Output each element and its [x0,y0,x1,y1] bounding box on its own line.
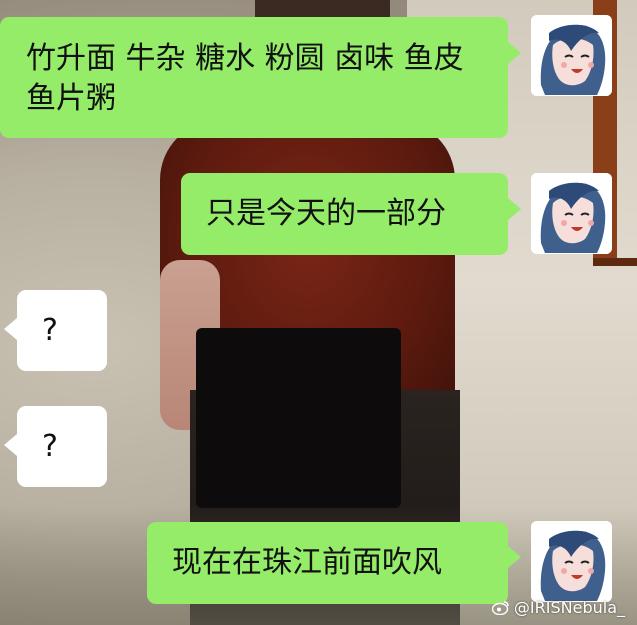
watermark: @IRISNebula_ [491,598,625,617]
watermark-text: @IRISNebula_ [513,598,625,617]
avatar[interactable] [531,173,612,254]
bubble-tail [4,318,17,340]
bubble-tail [508,42,521,64]
message-text: 现在在珠江前面吹风 [172,545,442,580]
message-bubble[interactable]: 现在在珠江前面吹风 [147,522,508,604]
message-bubble[interactable]: 竹升面 牛杂 糖水 粉圆 卤味 鱼皮 鱼片粥 [0,17,508,138]
bubble-tail [508,198,521,220]
anime-girl-avatar-icon [531,173,612,254]
message-text: ? [42,429,58,464]
message-bubble[interactable]: 只是今天的一部分 [181,173,508,255]
message-bubble[interactable]: ? [17,406,107,487]
chat-thread: 竹升面 牛杂 糖水 粉圆 卤味 鱼皮 鱼片粥 只是今天的一部分 ? ? 现在在珠… [0,0,637,625]
bubble-tail [508,546,521,568]
avatar[interactable] [531,521,612,602]
message-text: 只是今天的一部分 [206,196,446,231]
anime-girl-avatar-icon [531,521,612,602]
message-bubble[interactable]: ? [17,290,107,371]
avatar[interactable] [531,15,612,96]
anime-girl-avatar-icon [531,15,612,96]
weibo-logo-icon [491,601,509,615]
message-text: 竹升面 牛杂 糖水 粉圆 卤味 鱼皮 鱼片粥 [26,41,464,116]
message-text: ? [42,313,58,348]
bubble-tail [4,434,17,456]
